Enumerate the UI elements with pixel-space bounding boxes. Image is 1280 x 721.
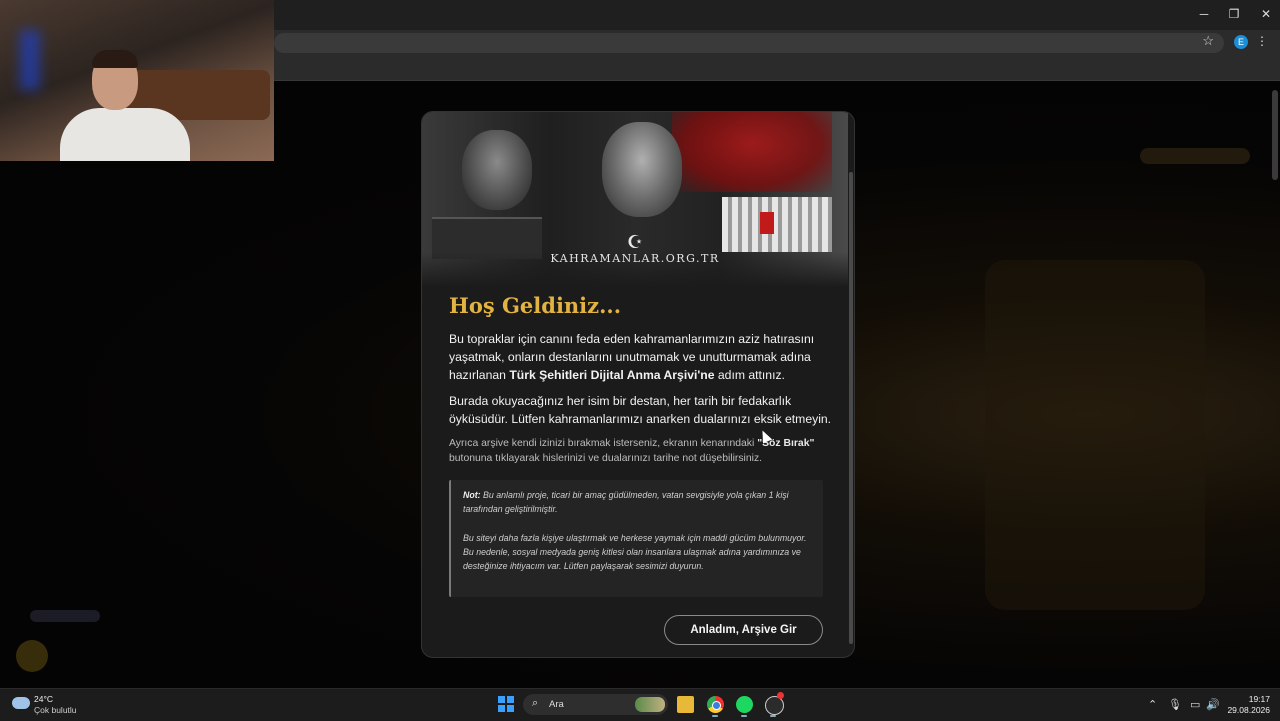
search-highlight-image[interactable] (635, 697, 665, 712)
blurred-floating-button (16, 640, 48, 672)
note-line-1: Bu anlamlı proje, ticari bir amaç güdülm… (463, 490, 789, 515)
intro-text-end: adım attınız. (714, 368, 785, 382)
clock-time[interactable]: 19:17 (1246, 694, 1270, 704)
browser-menu-icon[interactable]: ⋮ (1256, 34, 1268, 48)
taskbar: 24°C Çok bulutlu ⌕ Ara ⌃ 🎙 ▭ 🔊 19:17 29.… (0, 688, 1280, 721)
intro-paragraph: Bu topraklar için canını feda eden kahra… (449, 330, 829, 384)
profile-avatar[interactable]: E (1234, 35, 1248, 49)
minimize-button[interactable]: ─ (1192, 4, 1216, 24)
blurred-nav-element (1140, 148, 1250, 164)
clock-date[interactable]: 29.08.2026 (1226, 705, 1270, 715)
file-explorer-icon[interactable] (677, 696, 694, 713)
close-button[interactable]: ✕ (1254, 4, 1278, 24)
weather-temp[interactable]: 24°C (34, 694, 53, 704)
crescent-star-icon: ☪ (626, 232, 644, 252)
chatgpt-active-indicator (770, 715, 776, 717)
tray-chevron-icon[interactable]: ⌃ (1148, 698, 1157, 711)
modal-banner-image: ☪ KAHRAMANLAR.ORG.TR (422, 112, 848, 287)
cam-person-hair (92, 50, 138, 68)
display-icon[interactable]: ▭ (1190, 698, 1200, 711)
chrome-active-indicator (712, 715, 718, 717)
welcome-modal: ☪ KAHRAMANLAR.ORG.TR Hoş Geldiniz... Bu … (421, 111, 855, 658)
banner-building (722, 197, 832, 252)
cloud-icon[interactable] (12, 697, 30, 709)
second-paragraph: Burada okuyacağınız her isim bir destan,… (449, 394, 832, 426)
cam-background-light (20, 30, 40, 90)
p3-text: Ayrıca arşive kendi izinizi bırakmak ist… (449, 438, 758, 449)
search-icon: ⌕ (532, 697, 539, 709)
chrome-icon[interactable] (707, 696, 724, 713)
spotify-active-indicator (741, 715, 747, 717)
taskbar-search[interactable]: ⌕ Ara (523, 694, 668, 715)
note-box: Not: Bu anlamlı proje, ticari bir amaç g… (449, 480, 823, 597)
blurred-footer-text (30, 610, 100, 622)
address-bar[interactable] (274, 33, 1224, 53)
modal-scrollbar[interactable] (849, 172, 853, 644)
volume-icon[interactable]: 🔊 (1206, 698, 1220, 711)
bookmark-star-icon[interactable]: ☆ (1202, 33, 1214, 49)
webcam-overlay (0, 0, 274, 161)
modal-title: Hoş Geldiniz... (449, 293, 622, 318)
banner-building-flag (760, 212, 774, 234)
note-line-2: Bu siteyi daha fazla kişiye ulaştırmak v… (463, 532, 807, 572)
enter-archive-button[interactable]: Anladım, Arşive Gir (664, 615, 823, 645)
restore-button[interactable]: ❐ (1222, 4, 1246, 24)
cam-person-body (60, 108, 190, 161)
notification-badge (777, 692, 784, 699)
spotify-icon[interactable] (736, 696, 753, 713)
note-text: Not: Bu anlamlı proje, ticari bir amaç g… (463, 488, 808, 574)
banner-flag (672, 112, 832, 192)
search-label: Ara (549, 699, 564, 710)
p3-text-end: butonuna tıklayarak hislerinizi ve duala… (449, 453, 763, 464)
weather-description[interactable]: Çok bulutlu (34, 705, 77, 715)
banner-portrait-center (602, 122, 682, 217)
archive-name: Türk Şehitleri Dijital Anma Arşivi'ne (509, 368, 715, 382)
banner-portrait-left (462, 130, 532, 210)
note-label: Not: (463, 490, 481, 500)
windows-start-icon[interactable] (498, 696, 514, 712)
page-scrollbar[interactable] (1272, 90, 1278, 180)
microphone-icon[interactable]: 🎙 (1168, 698, 1182, 711)
blurred-side-image (985, 260, 1205, 610)
banner-logo-text: KAHRAMANLAR.ORG.TR (550, 252, 720, 265)
